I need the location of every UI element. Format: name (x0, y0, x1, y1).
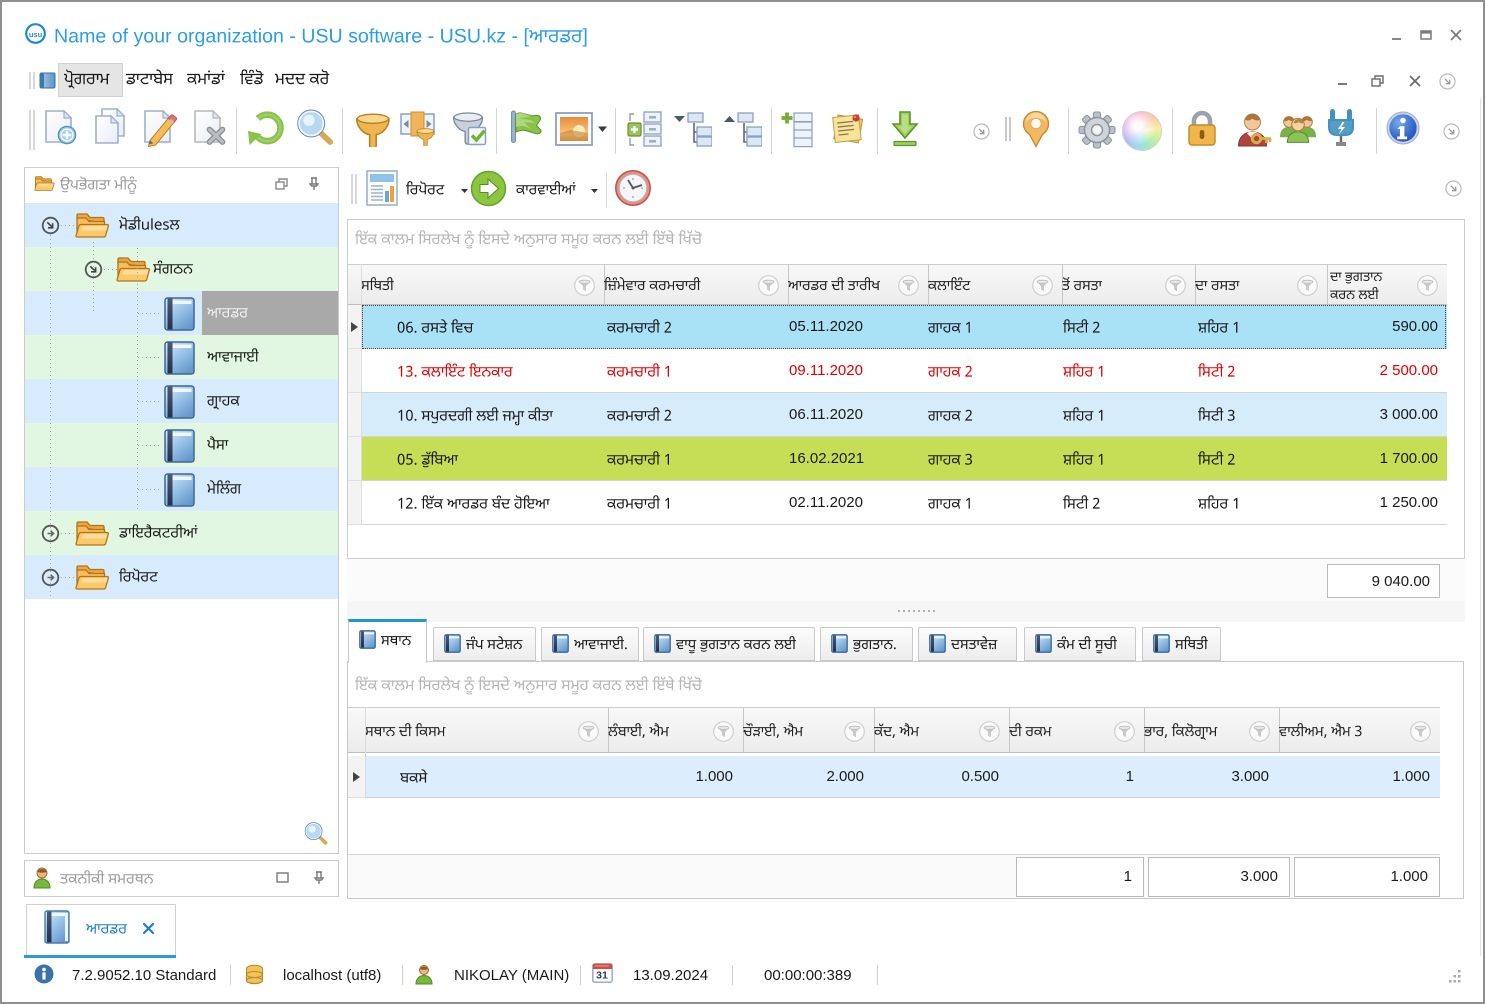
svg-text:31: 31 (596, 970, 608, 982)
svg-text:usu: usu (29, 30, 43, 39)
